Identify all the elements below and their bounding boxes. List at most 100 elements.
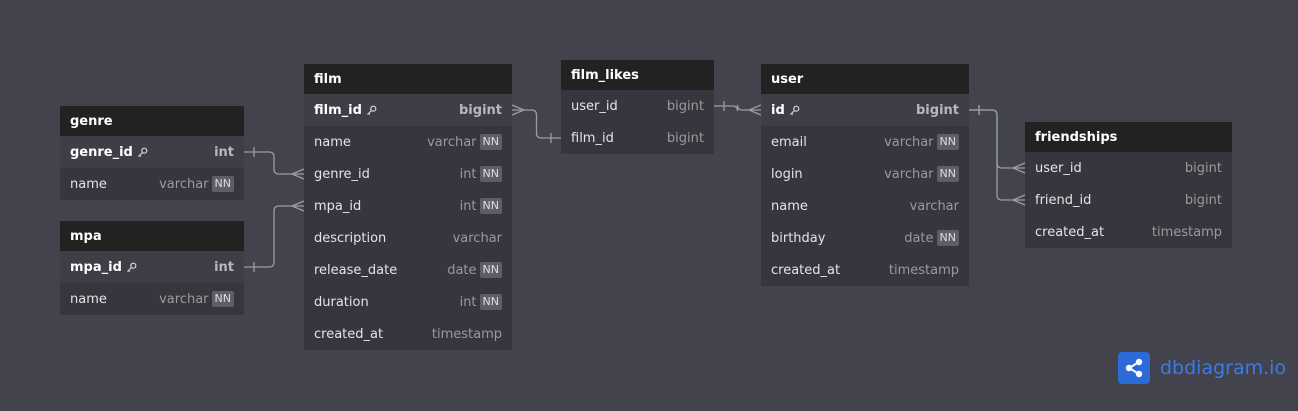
column-row[interactable]: name varchar bbox=[761, 190, 969, 222]
column-row[interactable]: film_id bigint bbox=[304, 94, 512, 126]
column-type: bigint bbox=[666, 130, 704, 146]
column-name: genre_id bbox=[70, 144, 133, 160]
table-user[interactable]: user id bigint email varchar NN login varchar NN… bbox=[761, 64, 969, 286]
column-type: varchar bbox=[159, 176, 209, 192]
column-row[interactable]: user_id bigint bbox=[561, 90, 714, 122]
column-type: int bbox=[214, 259, 234, 275]
column-row[interactable]: created_at timestamp bbox=[761, 254, 969, 286]
column-name: id bbox=[771, 102, 785, 118]
column-row[interactable]: email varchar NN bbox=[761, 126, 969, 158]
column-type: date bbox=[904, 230, 934, 246]
column-name: name bbox=[771, 198, 808, 214]
column-row[interactable]: release_date date NN bbox=[304, 254, 512, 286]
table-name: user bbox=[771, 71, 804, 87]
column-name: duration bbox=[314, 294, 369, 310]
relationship-line bbox=[244, 205, 304, 268]
not-null-badge: NN bbox=[211, 176, 234, 192]
column-type: int bbox=[214, 144, 234, 160]
not-null-badge: NN bbox=[936, 230, 959, 246]
column-name: email bbox=[771, 134, 807, 150]
column-type: int bbox=[459, 198, 477, 214]
table-name: film_likes bbox=[571, 67, 639, 83]
relationship-line bbox=[969, 109, 1025, 201]
not-null-badge: NN bbox=[479, 134, 502, 150]
column-name: created_at bbox=[314, 326, 384, 342]
column-row[interactable]: birthday date NN bbox=[761, 222, 969, 254]
key-icon bbox=[137, 147, 148, 158]
table-header[interactable]: friendships bbox=[1025, 122, 1232, 152]
column-type: bigint bbox=[916, 102, 959, 118]
not-null-badge: NN bbox=[479, 294, 502, 310]
column-row[interactable]: created_at timestamp bbox=[1025, 216, 1232, 248]
brand-name: dbdiagram.io bbox=[1160, 357, 1287, 379]
key-icon bbox=[126, 262, 137, 273]
brand-logo[interactable]: dbdiagram.io bbox=[1118, 352, 1286, 384]
column-type: timestamp bbox=[1151, 224, 1222, 240]
column-row[interactable]: name varchar NN bbox=[304, 126, 512, 158]
column-name: created_at bbox=[771, 262, 841, 278]
relationship-line bbox=[512, 109, 561, 139]
not-null-badge: NN bbox=[211, 291, 234, 307]
table-name: mpa bbox=[70, 228, 102, 244]
column-row[interactable]: genre_id int NN bbox=[304, 158, 512, 190]
column-row[interactable]: genre_id int bbox=[60, 136, 244, 168]
column-row[interactable]: film_id bigint bbox=[561, 122, 714, 154]
column-name: name bbox=[314, 134, 351, 150]
not-null-badge: NN bbox=[479, 166, 502, 182]
column-name: film_id bbox=[571, 130, 614, 146]
key-icon bbox=[366, 105, 377, 116]
table-header[interactable]: user bbox=[761, 64, 969, 94]
diagram-canvas[interactable]: genre genre_id int name varchar NN mpa mpa_id in… bbox=[0, 0, 1298, 411]
table-header[interactable]: mpa bbox=[60, 221, 244, 251]
column-name: description bbox=[314, 230, 387, 246]
column-row[interactable]: user_id bigint bbox=[1025, 152, 1232, 184]
column-name: mpa_id bbox=[314, 198, 362, 214]
column-type: varchar bbox=[427, 134, 477, 150]
column-type: bigint bbox=[1184, 160, 1222, 176]
table-header[interactable]: film bbox=[304, 64, 512, 94]
relationship-line bbox=[244, 151, 304, 175]
not-null-badge: NN bbox=[479, 262, 502, 278]
column-name: user_id bbox=[1035, 160, 1082, 176]
column-row[interactable]: friend_id bigint bbox=[1025, 184, 1232, 216]
not-null-badge: NN bbox=[936, 134, 959, 150]
column-type: varchar bbox=[884, 134, 934, 150]
column-row[interactable]: description varchar bbox=[304, 222, 512, 254]
column-name: name bbox=[70, 176, 107, 192]
column-row[interactable]: name varchar NN bbox=[60, 168, 244, 200]
column-type: varchar bbox=[159, 291, 209, 307]
column-row[interactable]: login varchar NN bbox=[761, 158, 969, 190]
table-mpa[interactable]: mpa mpa_id int name varchar NN bbox=[60, 221, 244, 315]
column-type: timestamp bbox=[431, 326, 502, 342]
column-type: int bbox=[459, 294, 477, 310]
share-nodes-icon bbox=[1118, 352, 1150, 384]
column-row[interactable]: id bigint bbox=[761, 94, 969, 126]
column-type: varchar bbox=[452, 230, 502, 246]
column-type: bigint bbox=[1184, 192, 1222, 208]
column-row[interactable]: duration int NN bbox=[304, 286, 512, 318]
column-name: login bbox=[771, 166, 803, 182]
column-row[interactable]: mpa_id int bbox=[60, 251, 244, 283]
table-header[interactable]: film_likes bbox=[561, 60, 714, 90]
column-row[interactable]: name varchar NN bbox=[60, 283, 244, 315]
column-name: genre_id bbox=[314, 166, 370, 182]
column-type: bigint bbox=[459, 102, 502, 118]
key-icon bbox=[789, 105, 800, 116]
column-name: user_id bbox=[571, 98, 618, 114]
column-name: birthday bbox=[771, 230, 826, 246]
column-name: friend_id bbox=[1035, 192, 1092, 208]
table-film[interactable]: film film_id bigint name varchar NN genre_id in… bbox=[304, 64, 512, 350]
column-type: varchar bbox=[909, 198, 959, 214]
table-header[interactable]: genre bbox=[60, 106, 244, 136]
column-row[interactable]: created_at timestamp bbox=[304, 318, 512, 350]
column-name: mpa_id bbox=[70, 259, 122, 275]
table-friendships[interactable]: friendships user_id bigint friend_id bigint c… bbox=[1025, 122, 1232, 248]
table-name: genre bbox=[70, 113, 113, 129]
not-null-badge: NN bbox=[936, 166, 959, 182]
column-type: timestamp bbox=[888, 262, 959, 278]
table-genre[interactable]: genre genre_id int name varchar NN bbox=[60, 106, 244, 200]
column-name: release_date bbox=[314, 262, 398, 278]
column-row[interactable]: mpa_id int NN bbox=[304, 190, 512, 222]
table-name: film bbox=[314, 71, 342, 87]
table-film-likes[interactable]: film_likes user_id bigint film_id bigint bbox=[561, 60, 714, 154]
